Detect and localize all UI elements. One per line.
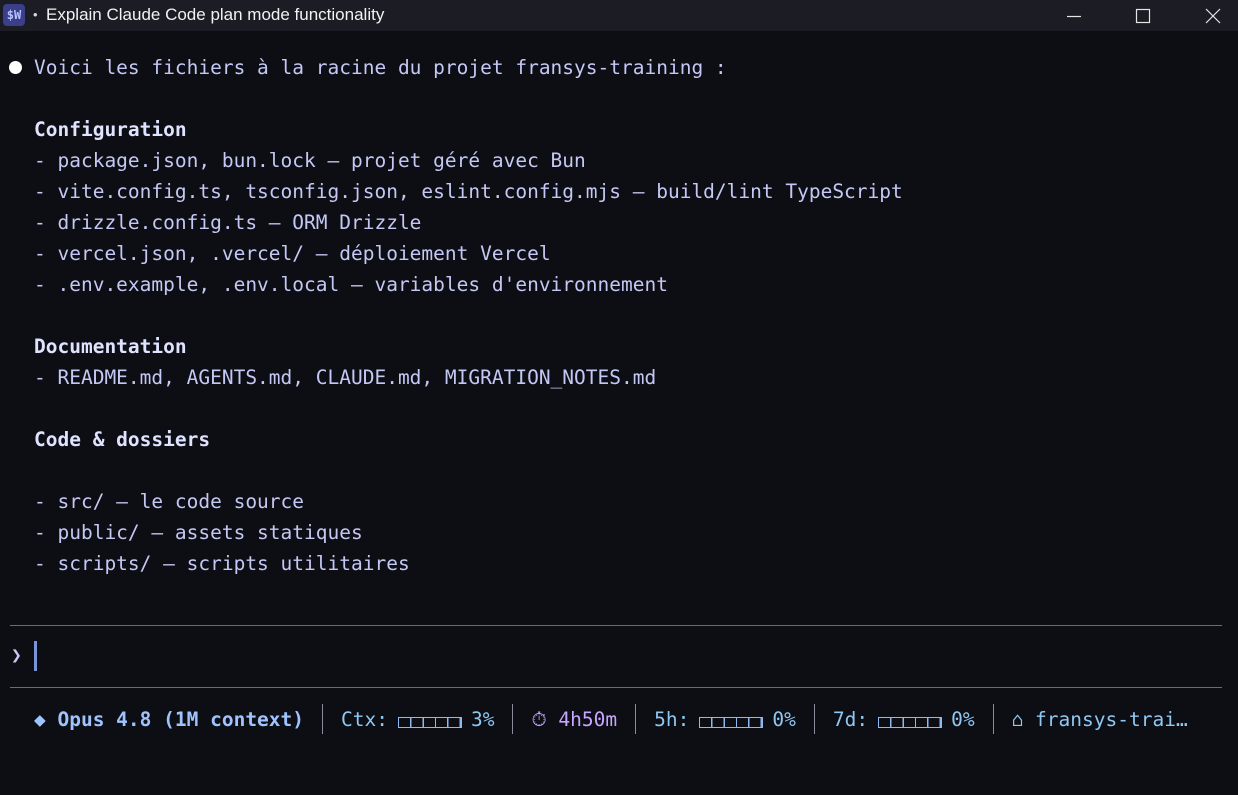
- list-item: - scripts/ — scripts utilitaires: [34, 552, 410, 575]
- maximize-icon: [1135, 8, 1151, 23]
- status-separator: [992, 704, 994, 734]
- maximize-button[interactable]: [1120, 0, 1166, 31]
- section-heading-documentation: Documentation: [34, 335, 187, 358]
- status-separator: [813, 704, 815, 734]
- prompt-input[interactable]: [34, 641, 37, 671]
- ctx-percent: 3%: [471, 707, 495, 731]
- intro-text: Voici les fichiers à la racine du projet…: [34, 56, 727, 79]
- five-hour-percent: 0%: [772, 707, 796, 731]
- close-button[interactable]: [1190, 0, 1236, 31]
- five-hour-progress-bar: [699, 716, 764, 728]
- five-hour-label: 5h:: [654, 707, 690, 731]
- unsaved-dot: •: [33, 7, 38, 22]
- status-separator: [635, 704, 637, 734]
- session-timer: ⏱ 4h50m: [531, 707, 618, 731]
- list-item: - vite.config.ts, tsconfig.json, eslint.…: [34, 180, 903, 203]
- list-item: - package.json, bun.lock — projet géré a…: [34, 149, 586, 172]
- list-item: - drizzle.config.ts — ORM Drizzle: [34, 211, 422, 234]
- list-item: - public/ — assets statiques: [34, 521, 363, 544]
- list-item: - .env.example, .env.local — variables d…: [34, 273, 668, 296]
- terminal-output: Voici les fichiers à la racine du projet…: [0, 31, 1238, 795]
- list-item: - vercel.json, .vercel/ — déploiement Ve…: [34, 242, 551, 265]
- status-separator: [512, 704, 514, 734]
- ctx-label: Ctx:: [341, 707, 388, 731]
- title-bar: $W • Explain Claude Code plan mode funct…: [0, 0, 1238, 31]
- status-line: ◆ Opus 4.8 (1M context) Ctx: 3% ⏱ 4h50m …: [34, 704, 1188, 734]
- input-top-divider: [10, 625, 1222, 626]
- ctx-progress-bar: [398, 716, 462, 728]
- status-separator: [322, 704, 324, 734]
- list-item: - src/ — le code source: [34, 490, 305, 513]
- model-indicator: ◆ Opus 4.8 (1M context): [34, 707, 305, 731]
- project-name: ⌂ fransys-trai…: [1011, 707, 1188, 731]
- seven-day-label: 7d:: [832, 707, 869, 731]
- terminal-app-icon: $W: [3, 4, 25, 26]
- minimize-icon: [1067, 15, 1081, 17]
- message-bullet-icon: [9, 61, 22, 74]
- close-icon: [1205, 8, 1221, 23]
- list-item: - README.md, AGENTS.md, CLAUDE.md, MIGRA…: [34, 366, 657, 389]
- prompt-chevron-icon: ❯: [11, 645, 22, 666]
- section-heading-configuration: Configuration: [34, 118, 187, 141]
- section-heading-code: Code & dossiers: [34, 428, 211, 451]
- input-bottom-divider: [10, 687, 1222, 688]
- minimize-button[interactable]: [1051, 0, 1097, 31]
- seven-day-progress-bar: [878, 716, 943, 728]
- seven-day-percent: 0%: [951, 707, 975, 731]
- window-title: Explain Claude Code plan mode functional…: [46, 5, 385, 24]
